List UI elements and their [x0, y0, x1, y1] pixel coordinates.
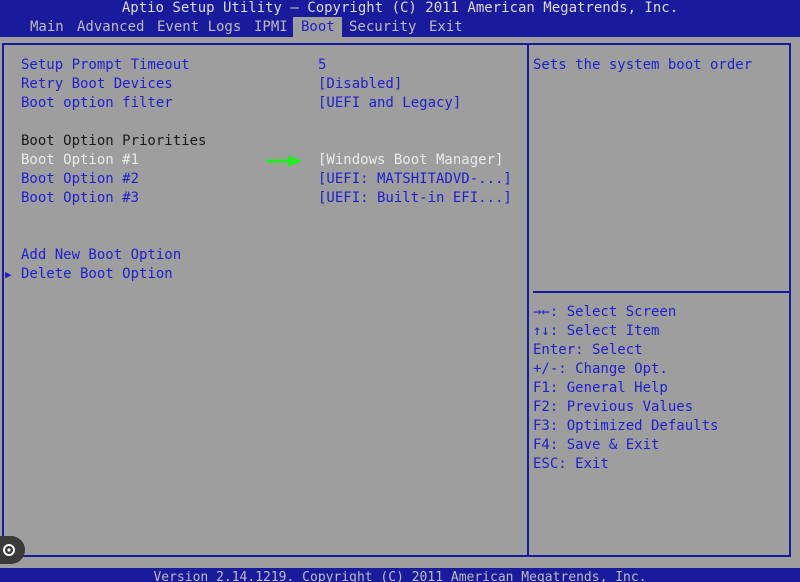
tab-advanced[interactable]: Advanced: [77, 17, 144, 37]
boot-option-3-value[interactable]: [UEFI: Built-in EFI...]: [318, 189, 512, 208]
tab-boot[interactable]: Boot: [293, 17, 342, 37]
tab-main[interactable]: Main: [30, 17, 64, 37]
setup-prompt-timeout-label[interactable]: Setup Prompt Timeout: [21, 56, 190, 75]
tab-ipmi[interactable]: IPMI: [254, 17, 288, 37]
key-hint-previous-values: F2: Previous Values: [533, 399, 694, 415]
key-hint-optimized-defaults: F3: Optimized Defaults: [533, 418, 719, 434]
boot-option-1-value[interactable]: [Windows Boot Manager]: [318, 151, 503, 170]
boot-option-2-value[interactable]: [UEFI: MATSHITADVD-...]: [318, 170, 512, 189]
panel-divider: [527, 43, 529, 557]
title-bar: Aptio Setup Utility – Copyright (C) 2011…: [0, 0, 800, 17]
key-hint-change-opt: +/-: Change Opt.: [533, 361, 668, 377]
setup-prompt-timeout-value[interactable]: 5: [318, 56, 326, 75]
main-frame: [2, 43, 791, 557]
footer-version: Version 2.14.1219. Copyright (C) 2011 Am…: [0, 568, 800, 582]
retry-boot-devices-label[interactable]: Retry Boot Devices: [21, 75, 173, 94]
tab-event-logs[interactable]: Event Logs: [157, 17, 241, 37]
menu-bar: Main Advanced Event Logs IPMI Boot Secur…: [0, 17, 800, 37]
key-hint-select-item: ↑↓: Select Item: [533, 323, 660, 339]
boot-option-3-label[interactable]: Boot Option #3: [21, 189, 139, 208]
green-arrow-icon: [266, 155, 302, 167]
key-hint-enter: Enter: Select: [533, 342, 643, 358]
boot-option-filter-value[interactable]: [UEFI and Legacy]: [318, 94, 461, 113]
key-hint-select-screen: →←: Select Screen: [533, 304, 677, 320]
boot-option-1-label[interactable]: Boot Option #1: [21, 151, 139, 170]
boot-option-filter-label[interactable]: Boot option filter: [21, 94, 173, 113]
tab-security[interactable]: Security: [349, 17, 416, 37]
add-new-boot-option[interactable]: Add New Boot Option: [21, 246, 181, 265]
tab-exit[interactable]: Exit: [429, 17, 463, 37]
google-lens-icon[interactable]: [0, 536, 25, 564]
triangle-right-icon: ▶: [5, 268, 12, 281]
delete-boot-option[interactable]: Delete Boot Option: [21, 265, 173, 284]
boot-option-priorities-heading: Boot Option Priorities: [21, 133, 207, 149]
help-description: Sets the system boot order: [533, 57, 753, 73]
key-hint-save-exit: F4: Save & Exit: [533, 437, 660, 453]
boot-option-2-label[interactable]: Boot Option #2: [21, 170, 139, 189]
key-hint-general-help: F1: General Help: [533, 380, 668, 396]
retry-boot-devices-value[interactable]: [Disabled]: [318, 75, 402, 94]
help-divider: [533, 291, 789, 293]
key-hint-esc-exit: ESC: Exit: [533, 456, 609, 472]
